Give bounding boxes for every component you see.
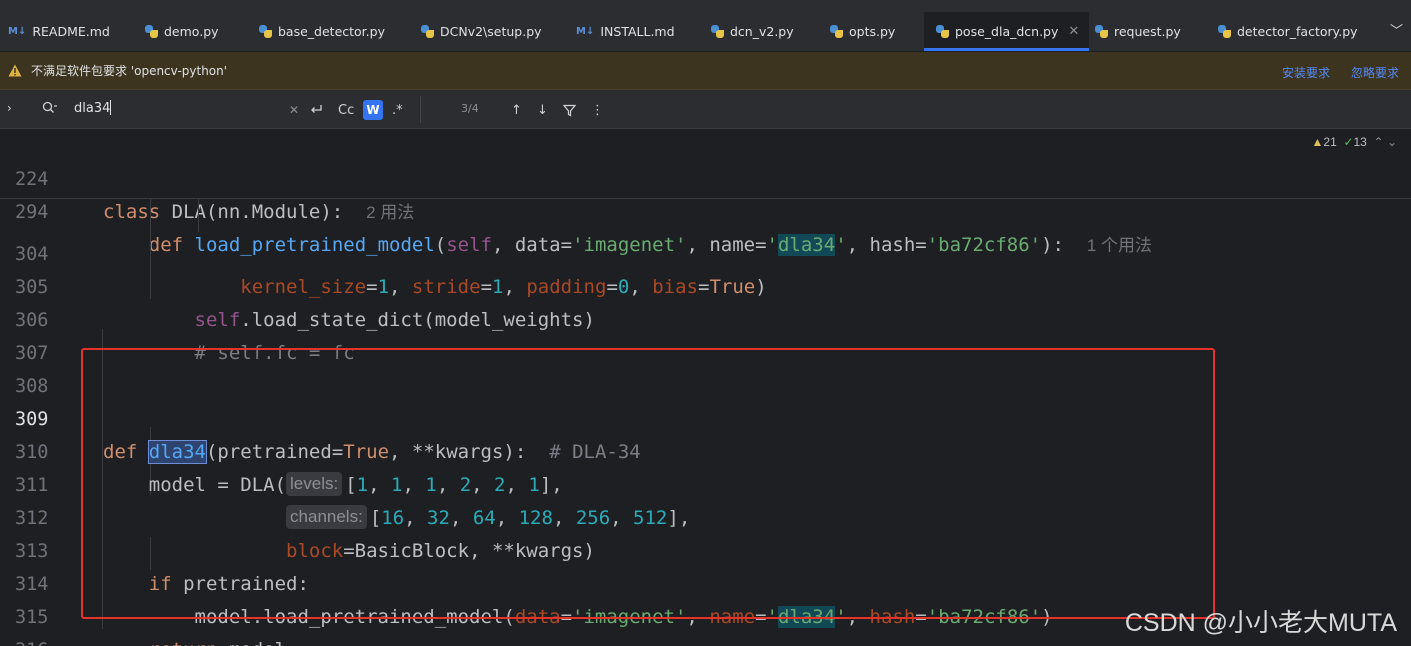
install-requirements-link[interactable]: 安装要求 xyxy=(1282,64,1330,81)
tab-dcnv2-setup[interactable]: DCNv2\setup.py xyxy=(421,12,542,50)
line-number: 316 xyxy=(15,634,55,646)
next-match-icon[interactable]: ↓ xyxy=(537,100,548,120)
tab-demo[interactable]: demo.py xyxy=(145,12,219,50)
text-caret xyxy=(110,100,112,115)
search-input[interactable]: dla34 xyxy=(74,100,112,116)
tab-detector-factory[interactable]: detector_factory.py xyxy=(1218,12,1358,50)
editor-tab-bar: M↓ README.md demo.py base_detector.py DC… xyxy=(0,0,1411,52)
search-query: dla34 xyxy=(74,101,111,116)
python-icon xyxy=(145,24,158,38)
python-icon xyxy=(1218,24,1231,38)
tab-request[interactable]: request.py xyxy=(1095,12,1181,50)
python-icon xyxy=(421,24,434,38)
warning-icon xyxy=(8,64,22,77)
tab-label: pose_dla_dcn.py xyxy=(955,23,1059,39)
search-divider xyxy=(420,96,421,123)
chevron-right-icon[interactable]: › xyxy=(7,101,12,115)
match-case-toggle[interactable]: Cc xyxy=(338,100,354,120)
python-icon xyxy=(259,24,272,38)
chevron-down-icon[interactable]: ⌄ xyxy=(1387,135,1397,149)
match-counter: 3/4 xyxy=(461,102,479,115)
tab-install[interactable]: M↓ INSTALL.md xyxy=(576,12,675,50)
tab-pose-dla-dcn[interactable]: pose_dla_dcn.py ✕ xyxy=(924,12,1090,51)
regex-toggle[interactable]: .* xyxy=(392,100,403,120)
warning-message: 不满足软件包要求 'opencv-python' xyxy=(31,64,228,78)
requirements-warning-bar: 不满足软件包要求 'opencv-python' 安装要求 忽略要求 xyxy=(0,52,1411,90)
ok-count: 13 xyxy=(1353,135,1367,149)
tab-label: README.md xyxy=(32,23,110,39)
tab-label: detector_factory.py xyxy=(1237,23,1358,39)
code-line-partial xyxy=(0,188,1411,202)
tab-label: DCNv2\setup.py xyxy=(440,23,542,39)
watermark: CSDN @小小老大MUTA xyxy=(1124,609,1397,637)
check-icon: ✓ xyxy=(1343,135,1354,149)
new-line-icon[interactable] xyxy=(309,100,323,120)
python-icon xyxy=(830,24,843,38)
tab-label: request.py xyxy=(1114,23,1181,39)
python-icon xyxy=(711,24,724,38)
tab-label: INSTALL.md xyxy=(600,23,675,39)
chevron-down-icon[interactable]: ﹀ xyxy=(1390,20,1403,39)
chevron-up-icon[interactable]: ⌃ xyxy=(1374,135,1384,149)
warning-count: 21 xyxy=(1323,135,1337,149)
tab-readme[interactable]: M↓ README.md xyxy=(8,12,110,50)
more-options-icon[interactable]: ⋮ xyxy=(591,100,604,120)
ignore-requirements-link[interactable]: 忽略要求 xyxy=(1351,64,1399,81)
highlight-annotation-box xyxy=(81,348,1215,619)
previous-match-icon[interactable]: ↑ xyxy=(511,100,522,120)
tab-base-detector[interactable]: base_detector.py xyxy=(259,12,385,50)
code-line: 305 self.load_state_dict(model_weights) xyxy=(0,238,1411,331)
code-line: 306 # self.fc = fc xyxy=(0,271,1411,364)
clear-search-icon[interactable]: ✕ xyxy=(289,100,299,120)
tab-label: opts.py xyxy=(849,23,896,39)
markdown-icon: M↓ xyxy=(8,25,27,37)
python-icon xyxy=(936,24,949,38)
close-icon[interactable]: ✕ xyxy=(1068,24,1079,39)
tab-opts[interactable]: opts.py xyxy=(830,12,895,50)
code-line: 304 kernel_size=1, stride=1, padding=0, … xyxy=(0,205,1411,298)
markdown-icon: M↓ xyxy=(576,25,595,37)
title-strip xyxy=(0,0,1411,10)
filter-icon[interactable] xyxy=(563,100,576,120)
tab-label: demo.py xyxy=(164,23,219,39)
find-bar: › dla34 ✕ Cc W .* 3/4 ↑ ↓ ⋮ xyxy=(0,90,1411,129)
warning-icon: ▲ xyxy=(1311,135,1324,149)
python-icon xyxy=(1095,24,1108,38)
tab-label: dcn_v2.py xyxy=(730,23,794,39)
whole-words-toggle[interactable]: W xyxy=(363,100,383,120)
search-icon[interactable] xyxy=(42,101,58,118)
tab-dcn-v2[interactable]: dcn_v2.py xyxy=(711,12,794,50)
inspection-widget[interactable]: ▲21 ✓13 ⌃ ⌄ xyxy=(1312,135,1397,149)
code-line: 224 class DLA(nn.Module): 2 用法 xyxy=(0,130,1411,223)
tab-label: base_detector.py xyxy=(278,23,385,39)
active-tab-indicator xyxy=(924,48,1090,51)
code-line: 307 xyxy=(0,304,1411,364)
